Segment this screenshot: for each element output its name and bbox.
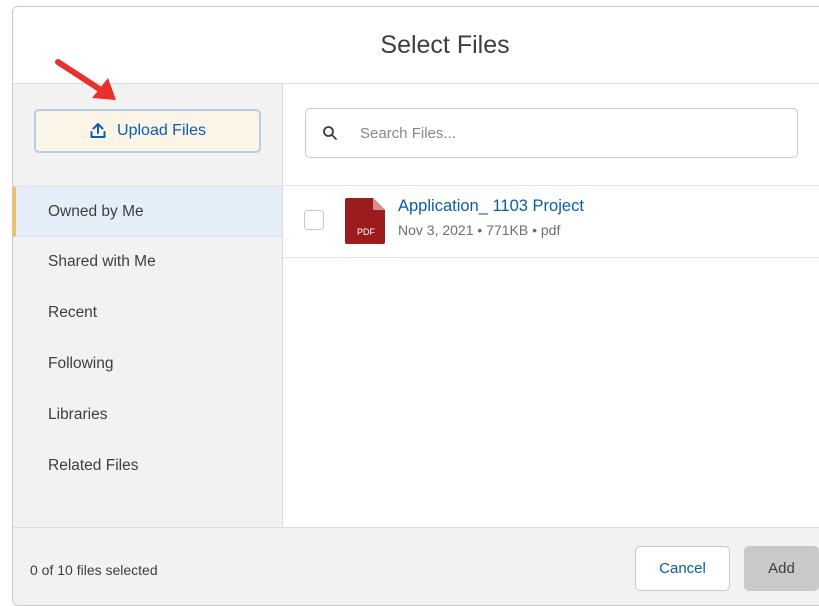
dialog-header: Select Files xyxy=(13,7,819,84)
file-browser: PDF Application_ 1103 Project Nov 3, 202… xyxy=(283,84,819,527)
sidebar-item-owned-by-me[interactable]: Owned by Me xyxy=(13,186,282,237)
add-button[interactable]: Add xyxy=(744,546,819,591)
file-name-link[interactable]: Application_ 1103 Project xyxy=(398,197,584,216)
sidebar-item-libraries[interactable]: Libraries xyxy=(13,390,282,441)
sidebar-nav: Owned by Me Shared with Me Recent Follow… xyxy=(13,186,282,492)
file-meta: Nov 3, 2021 • 771KB • pdf xyxy=(398,222,561,238)
annotation-arrow-icon xyxy=(55,59,116,100)
sidebar-item-shared-with-me[interactable]: Shared with Me xyxy=(13,237,282,288)
file-list: PDF Application_ 1103 Project Nov 3, 202… xyxy=(283,185,819,258)
pdf-badge: PDF xyxy=(357,227,376,237)
cancel-button[interactable]: Cancel xyxy=(635,546,730,591)
pdf-icon: PDF xyxy=(345,198,385,244)
sidebar: Upload Files Owned by Me Shared with Me … xyxy=(13,84,283,527)
upload-files-label: Upload Files xyxy=(117,122,206,139)
search-input[interactable] xyxy=(358,123,762,143)
sidebar-item-related-files[interactable]: Related Files xyxy=(13,441,282,492)
selection-status: 0 of 10 files selected xyxy=(30,562,158,578)
sidebar-item-following[interactable]: Following xyxy=(13,339,282,390)
search-box[interactable] xyxy=(305,108,798,158)
file-checkbox[interactable] xyxy=(304,210,324,230)
dialog-title: Select Files xyxy=(380,30,510,59)
upload-files-button[interactable]: Upload Files xyxy=(34,109,261,153)
search-icon xyxy=(322,125,338,141)
select-files-dialog: Select Files Upload Files Owned by Me Sh… xyxy=(12,6,819,606)
file-row[interactable]: PDF Application_ 1103 Project Nov 3, 202… xyxy=(283,186,819,258)
upload-icon xyxy=(89,122,107,140)
sidebar-item-recent[interactable]: Recent xyxy=(13,288,282,339)
dialog-footer: 0 of 10 files selected Cancel Add xyxy=(13,527,819,605)
